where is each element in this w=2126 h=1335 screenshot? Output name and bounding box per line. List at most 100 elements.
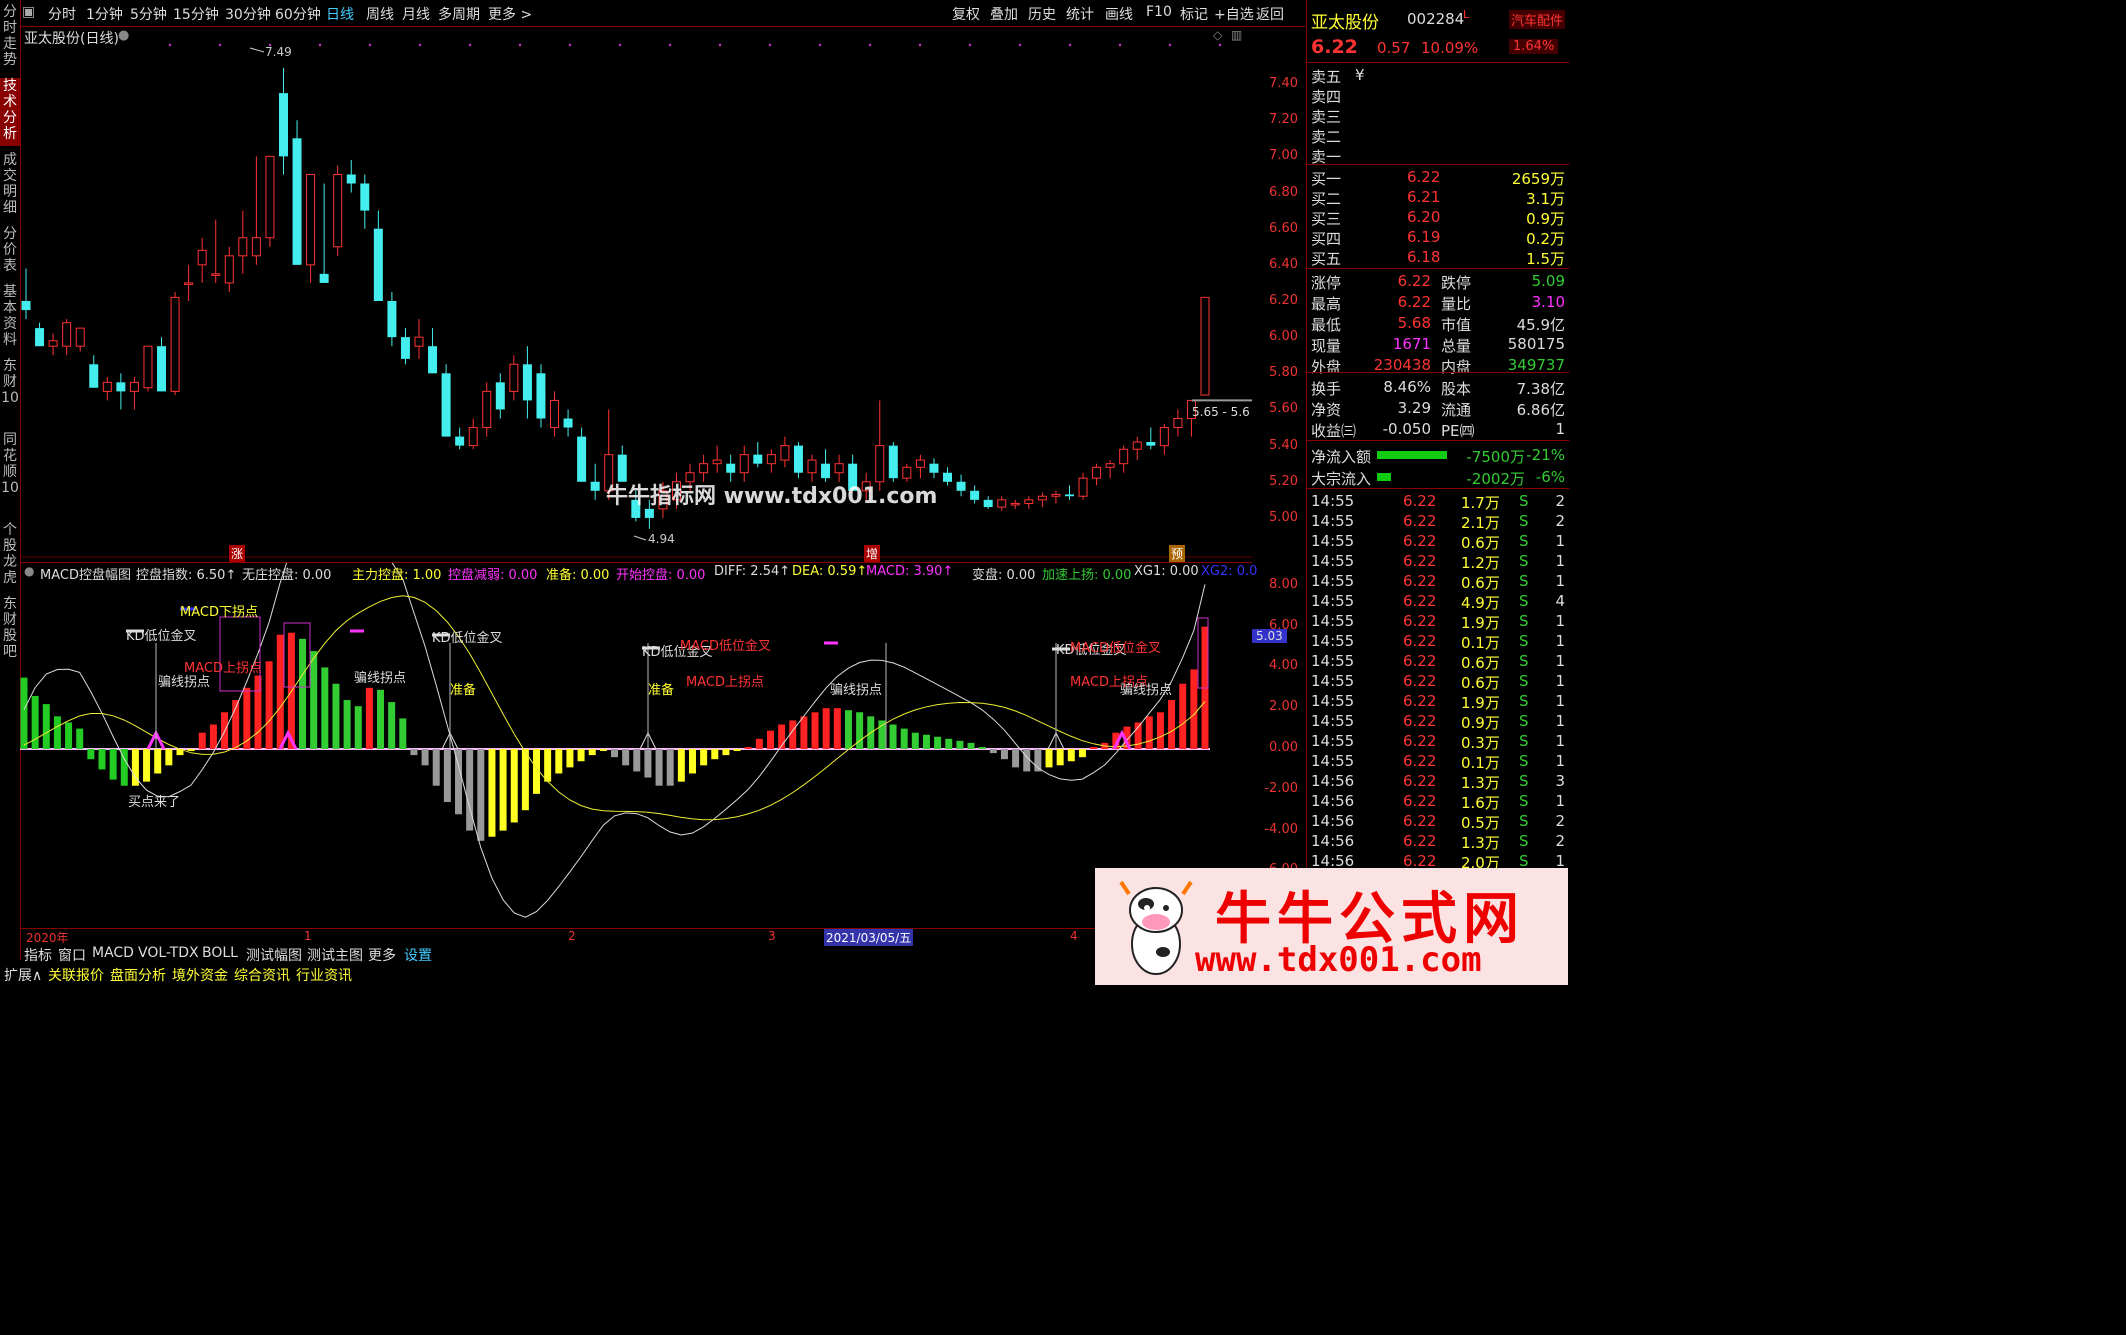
left-tab-2[interactable]: 成交明细	[0, 152, 20, 220]
left-tab-5[interactable]: 东财10	[0, 358, 20, 426]
macd-bar	[822, 708, 830, 749]
period-6[interactable]: 日线	[326, 4, 354, 24]
flow-row: 净流入额 -7500万 -21%	[1311, 446, 1567, 466]
bottom-tab-7[interactable]: 更多	[368, 945, 396, 965]
bottom-tab2-3[interactable]: 境外资金	[172, 965, 228, 985]
candle	[888, 442, 898, 482]
period-10[interactable]: 更多 >	[488, 4, 532, 24]
left-tab-1[interactable]: 技术分析	[0, 78, 20, 146]
bottom-tab-4[interactable]: BOLL	[202, 945, 238, 961]
candle	[1037, 492, 1047, 508]
candle	[455, 427, 465, 450]
period-1[interactable]: 1分钟	[86, 4, 123, 24]
window-icon[interactable]: ▥	[1231, 28, 1242, 42]
left-tab-6[interactable]: 同花顺10	[0, 432, 20, 516]
indicator-settings-icon[interactable]: ●	[24, 564, 34, 578]
bottom-tab2-0[interactable]: 扩展∧	[4, 965, 42, 985]
toolbar-action-1[interactable]: 叠加	[990, 4, 1018, 24]
bottom-tab-5[interactable]: 测试幅图	[246, 945, 302, 965]
indicator-name[interactable]: MACD控盘幅图	[40, 564, 131, 583]
bottom-tab2-4[interactable]: 综合资讯	[234, 965, 290, 985]
left-tab-8[interactable]: 东财股吧	[0, 596, 20, 664]
macd-bar	[488, 749, 496, 837]
candle	[251, 156, 261, 265]
stat-label: 涨停	[1311, 274, 1342, 292]
tick-price: 6.22	[1403, 512, 1437, 530]
bottom-tab2-1[interactable]: 关联报价	[48, 965, 104, 985]
stat-row: 外盘 230438 内盘 349737	[1311, 356, 1567, 376]
stat-label: 收益㈢	[1311, 422, 1357, 440]
period-3[interactable]: 15分钟	[173, 4, 219, 24]
bid-row[interactable]: 买五 6.18 1.5万	[1311, 248, 1567, 268]
ask-row[interactable]: 卖二	[1311, 126, 1567, 146]
tick-volume: 4.9万	[1461, 594, 1500, 612]
time-label: 2020年	[26, 931, 69, 945]
bid-price: 6.21	[1407, 188, 1441, 206]
macd-bar	[856, 712, 864, 749]
bottom-tab-1[interactable]: 窗口	[58, 945, 86, 965]
stat-label: 量比	[1441, 295, 1472, 313]
ask-row[interactable]: 卖三	[1311, 106, 1567, 126]
bid-row[interactable]: 买一 6.22 2659万	[1311, 168, 1567, 188]
macd-bar	[20, 677, 28, 749]
period-8[interactable]: 月线	[402, 4, 430, 24]
macd-bar	[65, 722, 73, 749]
toolbar-action-2[interactable]: 历史	[1028, 4, 1056, 24]
toolbar-action-6[interactable]: 标记	[1180, 4, 1208, 24]
left-tab-3[interactable]: 分价表	[0, 226, 20, 278]
period-9[interactable]: 多周期	[438, 4, 480, 24]
bottom-tab2-2[interactable]: 盘面分析	[110, 965, 166, 985]
candle	[373, 210, 383, 301]
tick-count: 1	[1555, 632, 1565, 650]
indicator-field-4: 准备: 0.00	[546, 568, 610, 583]
bid-row[interactable]: 买三 6.20 0.9万	[1311, 208, 1567, 228]
diamond-icon[interactable]: ◇	[1213, 28, 1222, 42]
period-0[interactable]: 分时	[48, 4, 76, 24]
tick-row: 14:55 6.22 1.7万 S 2	[1311, 492, 1567, 512]
chart-settings-icon[interactable]: ●	[118, 28, 129, 43]
period-2[interactable]: 5分钟	[130, 4, 167, 24]
toolbar-action-5[interactable]: F10	[1146, 4, 1172, 20]
stat2-row: 净资 3.29 流通 6.86亿	[1311, 399, 1567, 419]
price-change: 0.57	[1377, 39, 1411, 57]
toolbar-action-8[interactable]: 返回	[1256, 4, 1284, 24]
macd-bar	[700, 749, 708, 766]
bid-row[interactable]: 买四 6.19 0.2万	[1311, 228, 1567, 248]
bottom-tab2-5[interactable]: 行业资讯	[296, 965, 352, 985]
kline-chart[interactable]: 亚太股份(日线) ● ◇ ▥ 7.49 4.94 5.65 - 5.6 涨 增 …	[20, 26, 1252, 562]
left-tab-7[interactable]: 个股龙虎	[0, 522, 20, 590]
indicator-chart[interactable]: ● MACD控盘幅图 控盘指数: 6.50↑ 无庄控盘: 0.00 主力控盘: 1.…	[20, 508, 1257, 929]
ask-row[interactable]: 卖一	[1311, 146, 1567, 166]
period-5[interactable]: 60分钟	[275, 4, 321, 24]
stat-label: 股本	[1441, 380, 1472, 398]
tick-volume: 0.6万	[1461, 534, 1500, 552]
bottom-tab-2[interactable]: MACD	[92, 945, 134, 961]
toolbar-action-0[interactable]: 复权	[952, 4, 980, 24]
left-tab-0[interactable]: 分时走势	[0, 4, 20, 72]
tick-time: 14:55	[1311, 572, 1355, 590]
period-7[interactable]: 周线	[366, 4, 394, 24]
bottom-tab-6[interactable]: 测试主图	[307, 945, 363, 965]
period-4[interactable]: 30分钟	[225, 4, 271, 24]
bid-price: 6.19	[1407, 228, 1441, 246]
menu-square-icon[interactable]: ▣	[22, 4, 35, 20]
toolbar-action-4[interactable]: 画线	[1105, 4, 1133, 24]
toolbar-action-3[interactable]: 统计	[1066, 4, 1094, 24]
bottom-tab-3[interactable]: VOL-TDX	[138, 945, 199, 961]
ask-row[interactable]: 卖五 ¥	[1311, 66, 1567, 86]
bottom-tab-0[interactable]: 指标	[24, 945, 52, 965]
bid-row[interactable]: 买二 6.21 3.1万	[1311, 188, 1567, 208]
stat-value: 1	[1555, 420, 1565, 438]
macd-bar	[154, 749, 162, 774]
brand-box: 牛牛公式网 www.tdx001.com	[1095, 868, 1568, 985]
toolbar-action-7[interactable]: +自选	[1214, 4, 1254, 24]
ask-row[interactable]: 卖四	[1311, 86, 1567, 106]
tick-volume: 0.3万	[1461, 734, 1500, 752]
bottom-tab-8[interactable]: 设置	[404, 945, 432, 965]
sector-name[interactable]: 汽车配件	[1509, 10, 1566, 29]
macd-bar	[566, 749, 574, 768]
ask-label: 卖二	[1311, 128, 1342, 146]
candle	[89, 355, 99, 388]
left-tab-4[interactable]: 基本资料	[0, 284, 20, 352]
stat-label: 内盘	[1441, 358, 1472, 376]
